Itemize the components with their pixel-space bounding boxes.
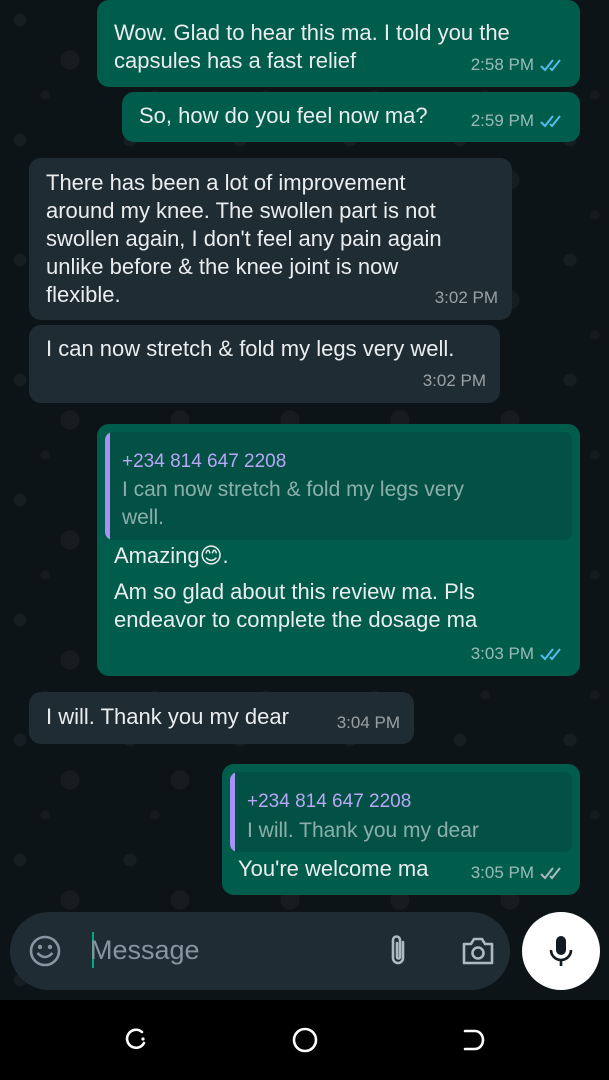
back-icon[interactable] <box>459 1026 487 1054</box>
message-meta: 3:04 PM <box>337 709 400 737</box>
message-time: 3:04 PM <box>336 713 400 732</box>
message-text: I will. Thank you my dear <box>46 704 289 729</box>
message-time: 2:59 PM <box>470 111 534 130</box>
read-ticks-icon <box>540 648 561 661</box>
message-text: I can now stretch & fold my legs very we… <box>46 336 455 361</box>
message-meta: 2:58 PM <box>471 51 566 79</box>
message-meta: 2:59 PM <box>471 107 566 135</box>
incoming-message[interactable]: I can now stretch & fold my legs very we… <box>29 325 500 403</box>
quoted-sender: +234 814 647 2208 <box>122 451 287 472</box>
quote-accent-bar <box>105 432 110 540</box>
message-text: So, how do you feel now ma? <box>139 103 428 128</box>
message-text: Amazing😊. <box>114 542 229 570</box>
message-input[interactable]: Message <box>90 935 200 966</box>
incoming-message[interactable]: There has been a lot of improvement arou… <box>29 158 512 320</box>
microphone-button[interactable] <box>522 912 600 990</box>
outgoing-reply-message[interactable]: +234 814 647 2208 I can now stretch & fo… <box>97 424 580 676</box>
read-ticks-icon <box>540 115 561 128</box>
emoji-icon[interactable] <box>28 934 62 968</box>
message-meta: 3:03 PM <box>471 640 566 668</box>
recents-icon[interactable] <box>122 1026 150 1054</box>
incoming-message[interactable]: I will. Thank you my dear 3:04 PM <box>29 692 414 744</box>
outgoing-message[interactable]: Wow. Glad to hear this ma. I told you th… <box>97 0 580 87</box>
message-composer: Message <box>10 912 510 990</box>
message-text-body: Am so glad about this review ma. Pls end… <box>114 579 478 632</box>
message-text: There has been a lot of improvement arou… <box>46 170 442 307</box>
message-text: Wow. Glad to hear this ma. I told you th… <box>114 20 510 73</box>
quoted-sender: +234 814 647 2208 <box>247 791 412 812</box>
quoted-message[interactable]: +234 814 647 2208 I can now stretch & fo… <box>105 432 572 540</box>
message-meta: 3:02 PM <box>423 367 486 395</box>
message-text-period: . <box>222 543 229 568</box>
home-icon[interactable] <box>291 1026 319 1054</box>
quoted-text: I can now stretch & fold my legs very we… <box>122 478 464 529</box>
system-navigation-bar <box>0 1000 609 1080</box>
message-text: You're welcome ma <box>238 856 429 881</box>
outgoing-message[interactable]: So, how do you feel now ma? 2:59 PM <box>122 92 580 142</box>
message-meta: 3:05 PM <box>471 859 566 887</box>
message-meta: 3:02 PM <box>435 284 498 312</box>
message-time: 3:02 PM <box>422 371 486 390</box>
microphone-icon <box>549 936 573 966</box>
message-time: 3:05 PM <box>470 863 534 882</box>
quoted-message[interactable]: +234 814 647 2208 I will. Thank you my d… <box>230 772 572 852</box>
smiling-face-emoji: 😊 <box>199 543 223 568</box>
message-time: 3:03 PM <box>470 644 534 663</box>
read-ticks-icon <box>540 59 561 72</box>
delivered-ticks-icon <box>540 867 561 880</box>
quoted-text: I will. Thank you my dear <box>247 819 479 842</box>
quote-accent-bar <box>230 772 235 852</box>
camera-icon[interactable] <box>460 935 496 967</box>
message-text-start: Amazing <box>114 543 200 568</box>
message-time: 2:58 PM <box>470 55 534 74</box>
outgoing-reply-message[interactable]: +234 814 647 2208 I will. Thank you my d… <box>222 764 580 895</box>
message-time: 3:02 PM <box>434 288 498 307</box>
paperclip-icon[interactable] <box>386 933 410 969</box>
